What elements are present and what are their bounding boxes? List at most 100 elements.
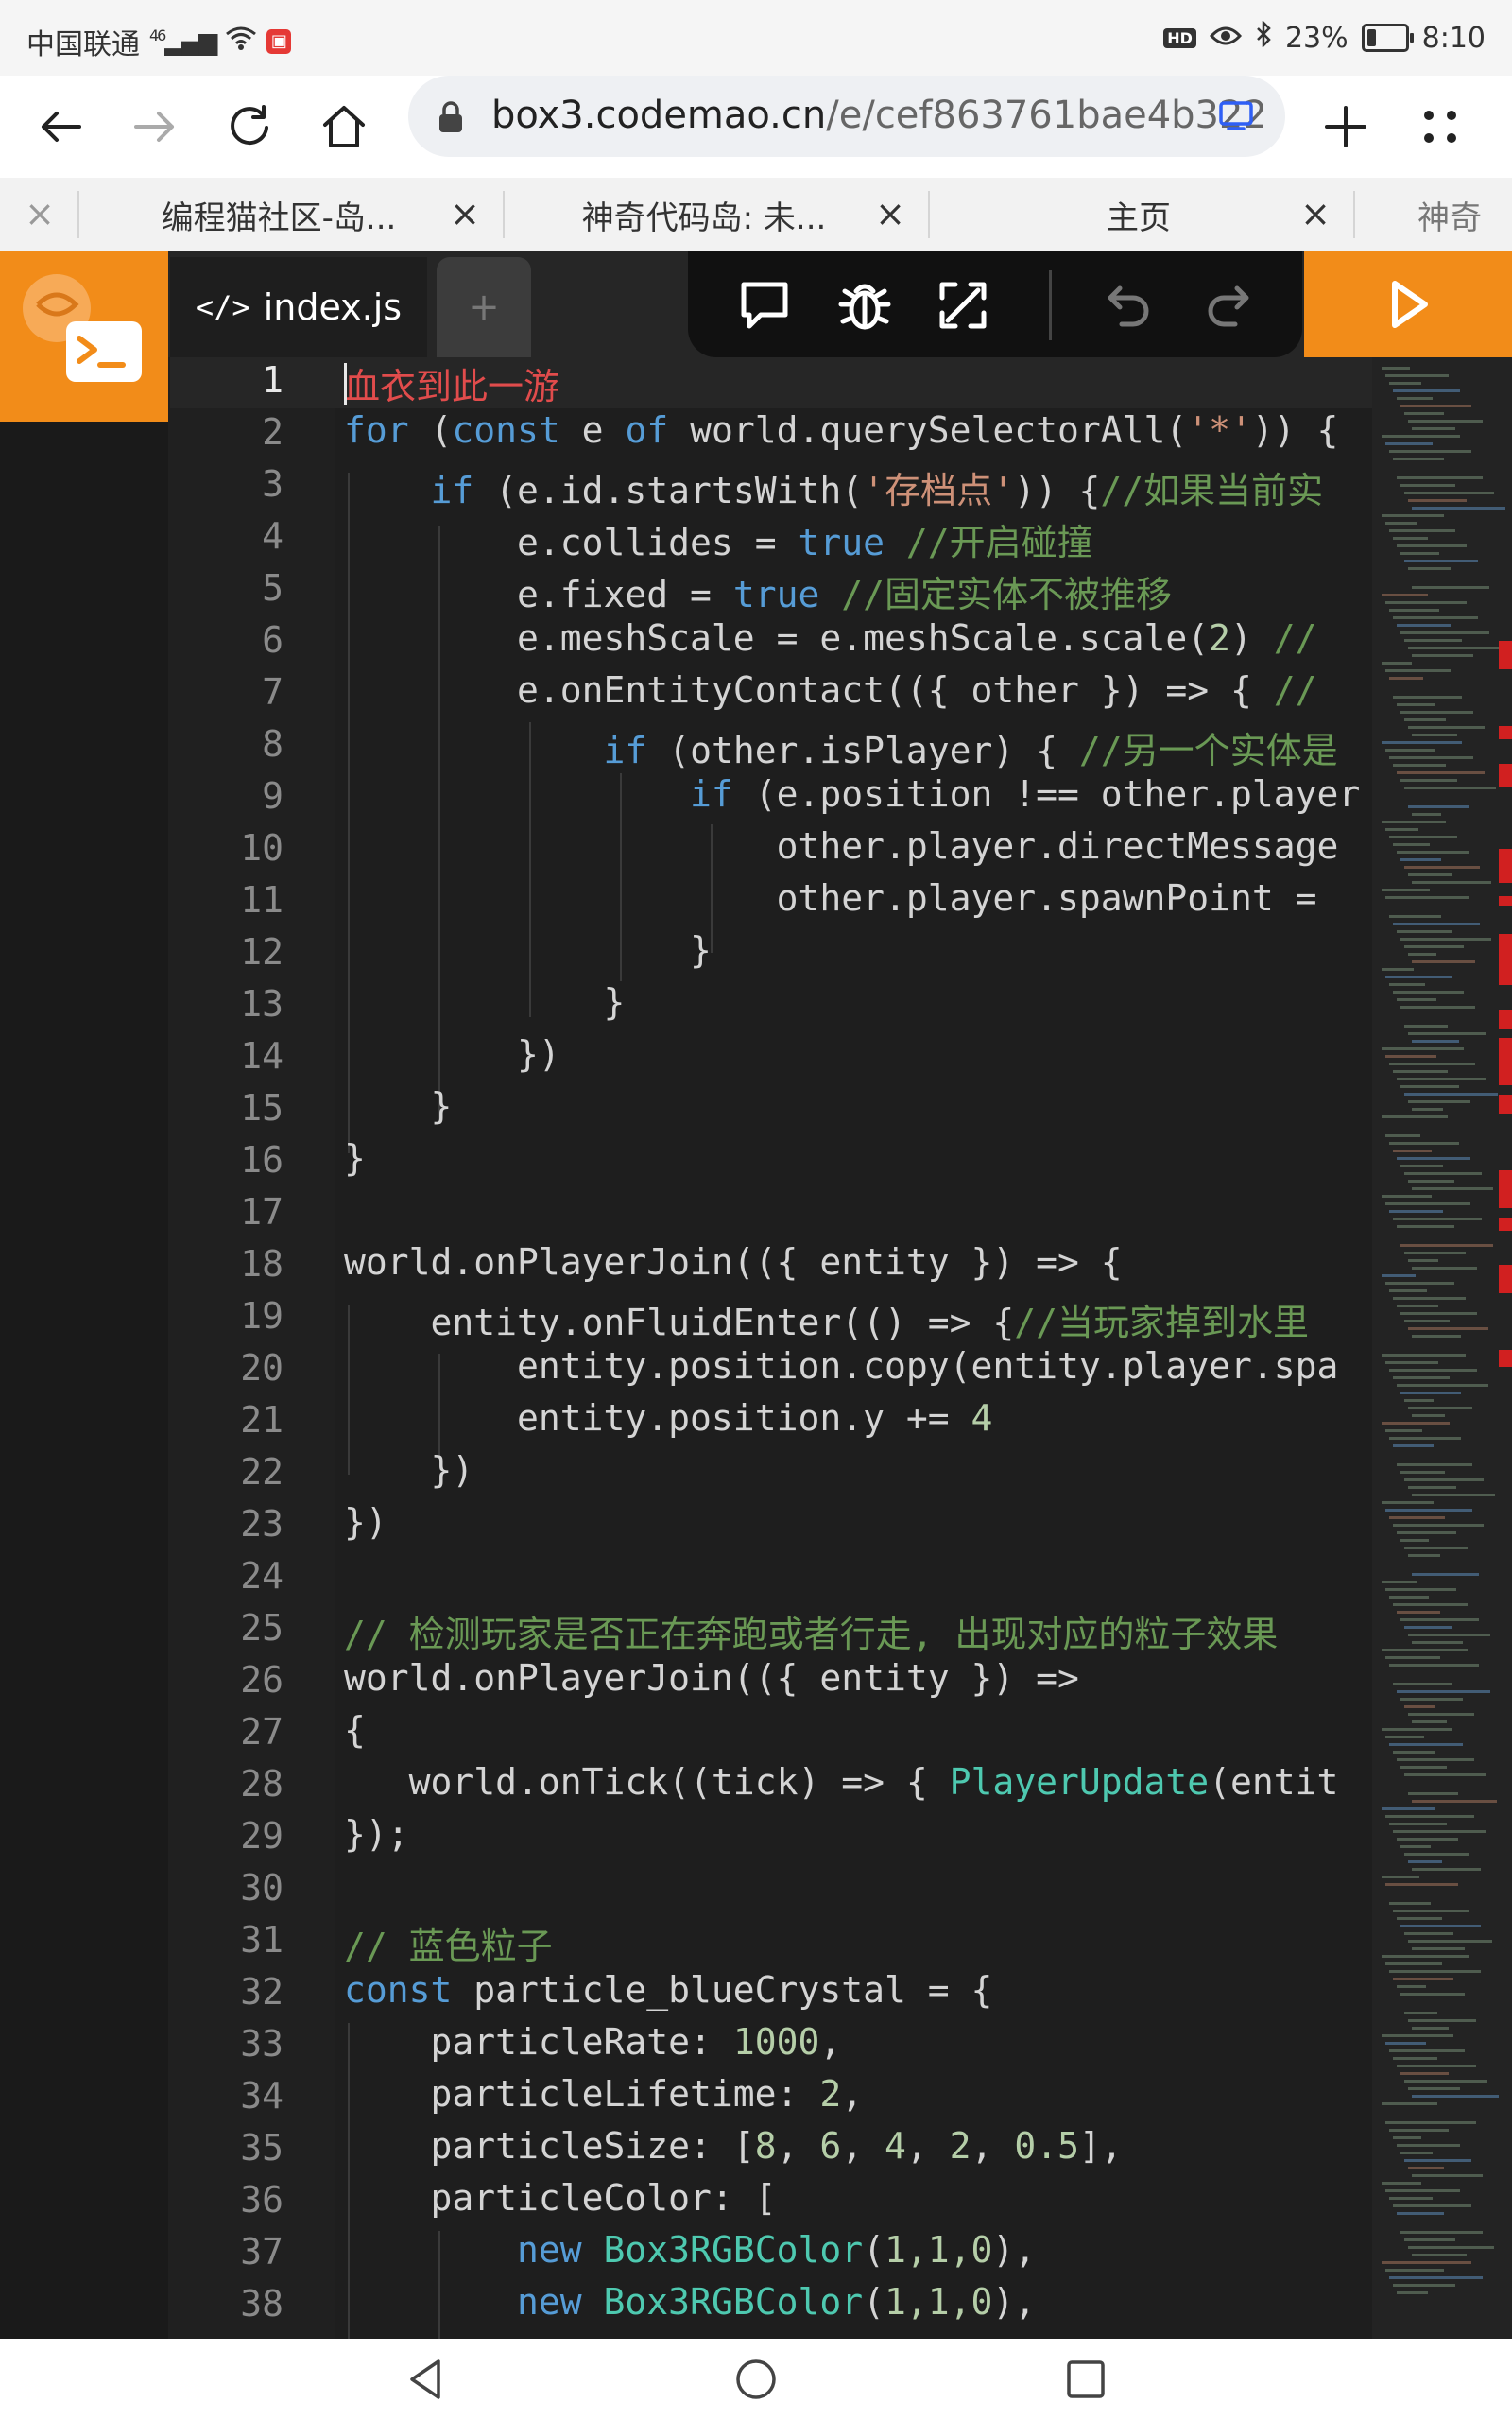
code-line-22[interactable]: }) bbox=[344, 1449, 1374, 1491]
forward-icon[interactable] bbox=[123, 95, 187, 159]
nav-home-icon[interactable] bbox=[732, 2356, 780, 2403]
minimap-line bbox=[1389, 1596, 1429, 1599]
minimap-line bbox=[1385, 1883, 1458, 1886]
code-line-11[interactable]: other.player.spawnPoint = bbox=[344, 877, 1374, 919]
code-line-4[interactable]: e.collides = true //开启碰撞 bbox=[344, 513, 1374, 565]
code-line-8[interactable]: if (other.isPlayer) { //另一个实体是 bbox=[344, 721, 1374, 773]
minimap-line bbox=[1393, 1910, 1469, 1912]
code-line-35[interactable]: particleSize: [8, 6, 4, 2, 0.5], bbox=[344, 2125, 1374, 2167]
code-line-9[interactable]: if (e.position !== other.player bbox=[344, 773, 1374, 815]
minimap-line bbox=[1397, 998, 1436, 1001]
app-logo[interactable] bbox=[0, 251, 168, 422]
minimap-line bbox=[1382, 741, 1462, 744]
minimap-line bbox=[1408, 953, 1436, 956]
close-icon[interactable]: × bbox=[444, 193, 486, 234]
add-file-button[interactable]: + bbox=[437, 257, 531, 357]
minimap-line bbox=[1385, 1282, 1454, 1285]
code-line-16[interactable]: } bbox=[344, 1137, 1374, 1179]
line-number: 27 bbox=[240, 1711, 284, 1753]
code-line-19[interactable]: entity.onFluidEnter(() => {//当玩家掉到水里 bbox=[344, 1293, 1374, 1345]
reload-icon[interactable] bbox=[217, 95, 282, 159]
tab-2[interactable]: 主页 bbox=[973, 178, 1304, 251]
code-line-23[interactable]: }) bbox=[344, 1501, 1374, 1543]
line-number: 16 bbox=[240, 1139, 284, 1181]
code-line-12[interactable]: } bbox=[344, 929, 1374, 971]
minimap-line bbox=[1393, 843, 1430, 846]
undo-icon[interactable] bbox=[1096, 272, 1162, 338]
minimap-line bbox=[1389, 609, 1439, 612]
minimap-line bbox=[1400, 1244, 1493, 1247]
file-tab-index-js[interactable]: </> index.js bbox=[170, 257, 427, 357]
code-line-25[interactable]: // 检测玩家是否正在奔跑或者行走, 出现对应的粒子效果 bbox=[344, 1605, 1374, 1657]
minimap-line bbox=[1412, 881, 1491, 884]
tab-0[interactable]: 编程猫社区-岛... bbox=[123, 178, 435, 251]
code-line-27[interactable]: { bbox=[344, 1709, 1374, 1751]
minimap-line bbox=[1393, 696, 1462, 699]
chat-icon[interactable] bbox=[731, 272, 798, 338]
minimap-line bbox=[1400, 938, 1491, 941]
minimap-line bbox=[1393, 458, 1444, 460]
code-line-28[interactable]: world.onTick((tick) => { PlayerUpdate(en… bbox=[344, 1761, 1374, 1803]
code-line-3[interactable]: if (e.id.startsWith('存档点')) {//如果当前实 bbox=[344, 461, 1374, 513]
code-line-29[interactable]: }); bbox=[344, 1813, 1374, 1855]
code-line-37[interactable]: new Box3RGBColor(1,1,0), bbox=[344, 2229, 1374, 2271]
minimap-line bbox=[1400, 1618, 1479, 1621]
debug-bug-icon[interactable] bbox=[832, 272, 898, 338]
close-icon[interactable]: × bbox=[1295, 193, 1336, 234]
code-line-36[interactable]: particleColor: [ bbox=[344, 2177, 1374, 2219]
minimap-line bbox=[1389, 1743, 1463, 1746]
code-line-2[interactable]: for (const e of world.querySelectorAll('… bbox=[344, 409, 1374, 451]
redo-icon[interactable] bbox=[1194, 272, 1261, 338]
run-button[interactable] bbox=[1304, 251, 1512, 357]
new-tab-icon[interactable] bbox=[1314, 95, 1378, 159]
menu-icon[interactable] bbox=[1408, 95, 1472, 159]
nav-recents-icon[interactable] bbox=[1062, 2356, 1109, 2403]
close-icon[interactable]: × bbox=[19, 193, 60, 234]
minimap-line bbox=[1408, 1792, 1458, 1795]
expand-icon[interactable] bbox=[930, 272, 996, 338]
code-line-18[interactable]: world.onPlayerJoin(({ entity }) => { bbox=[344, 1241, 1374, 1283]
code-line-6[interactable]: e.meshScale = e.meshScale.scale(2) // bbox=[344, 617, 1374, 659]
code-line-34[interactable]: particleLifetime: 2, bbox=[344, 2073, 1374, 2115]
tab-1[interactable]: 神奇代码岛: 未... bbox=[548, 178, 860, 251]
code-line-20[interactable]: entity.position.copy(entity.player.spa bbox=[344, 1345, 1374, 1387]
minimap-line bbox=[1400, 1471, 1445, 1474]
code-line-14[interactable]: }) bbox=[344, 1033, 1374, 1075]
status-bar: 中国联通 46▂▄▆ ▣ HD 23% 8:10 bbox=[0, 0, 1512, 76]
minimap-line bbox=[1385, 1962, 1442, 1965]
minimap-line bbox=[1382, 889, 1430, 891]
code-minimap[interactable] bbox=[1372, 357, 1512, 2339]
line-number: 14 bbox=[240, 1035, 284, 1077]
eye-icon bbox=[1209, 22, 1242, 55]
code-line-26[interactable]: world.onPlayerJoin(({ entity }) => bbox=[344, 1657, 1374, 1699]
home-icon[interactable] bbox=[312, 95, 376, 159]
device-icon[interactable] bbox=[1217, 98, 1255, 136]
url-bar[interactable]: box3.codemao.cn/e/cef863761bae4b322 bbox=[408, 76, 1285, 157]
code-line-31[interactable]: // 蓝色粒子 bbox=[344, 1917, 1374, 1969]
minimap-line bbox=[1385, 522, 1417, 525]
line-number: 23 bbox=[240, 1503, 284, 1545]
nav-back-icon[interactable] bbox=[403, 2356, 450, 2403]
code-line-33[interactable]: particleRate: 1000, bbox=[344, 2021, 1374, 2063]
line-number: 11 bbox=[240, 879, 284, 921]
minimap-line bbox=[1397, 703, 1435, 706]
url-text[interactable]: box3.codemao.cn/e/cef863761bae4b322 bbox=[491, 94, 1267, 137]
code-line-7[interactable]: e.onEntityContact(({ other }) => { // bbox=[344, 669, 1374, 711]
code-line-13[interactable]: } bbox=[344, 981, 1374, 1023]
code-line-10[interactable]: other.player.directMessage bbox=[344, 825, 1374, 867]
code-line-1[interactable]: 血衣到此一游 bbox=[344, 357, 1374, 409]
minimap-line bbox=[1408, 1554, 1440, 1557]
minimap-line bbox=[1412, 654, 1473, 657]
code-line-15[interactable]: } bbox=[344, 1085, 1374, 1127]
lock-icon[interactable] bbox=[437, 100, 465, 138]
tab-3[interactable]: 神奇 bbox=[1418, 178, 1512, 251]
close-icon[interactable]: × bbox=[869, 193, 911, 234]
code-line-32[interactable]: const particle_blueCrystal = { bbox=[344, 1969, 1374, 2011]
code-line-38[interactable]: new Box3RGBColor(1,1,0), bbox=[344, 2281, 1374, 2323]
url-path: /e/cef863761bae4b322 bbox=[826, 94, 1267, 137]
minimap-line bbox=[1393, 2204, 1471, 2207]
back-icon[interactable] bbox=[28, 95, 93, 159]
minimap-line bbox=[1412, 1335, 1461, 1338]
code-line-5[interactable]: e.fixed = true //固定实体不被推移 bbox=[344, 565, 1374, 617]
code-line-21[interactable]: entity.position.y += 4 bbox=[344, 1397, 1374, 1439]
